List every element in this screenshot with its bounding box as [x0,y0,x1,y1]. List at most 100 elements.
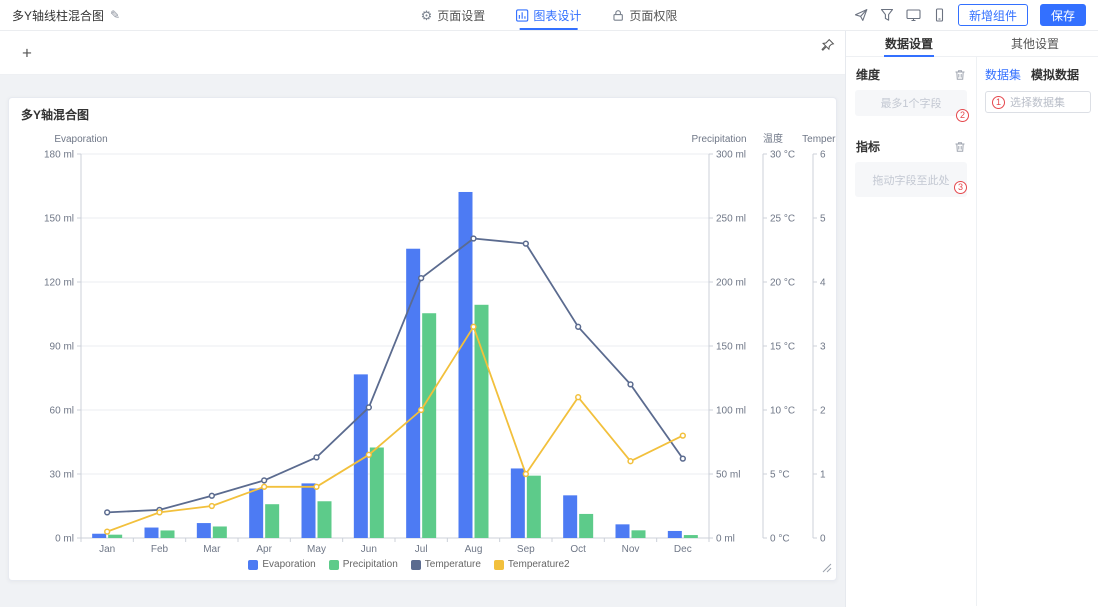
svg-text:180 ml: 180 ml [44,150,74,161]
resize-handle-icon[interactable] [822,562,832,576]
metric-placeholder: 拖动字段至此处 [873,172,950,188]
legend-item[interactable]: Precipitation [329,559,398,570]
svg-text:20 °C: 20 °C [770,278,795,289]
legend-label: Precipitation [343,559,398,570]
svg-text:Evaporation: Evaporation [54,134,107,145]
datasource-column: 数据集 模拟数据 1 选择数据集 [976,57,1098,606]
legend-label: Temperature2 [508,559,570,570]
header-tabs: ⚙ 页面设置 图表设计 页面权限 [421,0,678,30]
svg-text:150 ml: 150 ml [44,214,74,225]
svg-text:90 ml: 90 ml [50,342,74,353]
source-tab-dataset[interactable]: 数据集 [985,66,1021,83]
svg-text:Mar: Mar [203,544,221,555]
svg-text:Jul: Jul [415,544,428,555]
legend-label: Temperature [425,559,481,570]
svg-text:Aug: Aug [465,544,483,555]
top-bar: 多Y轴线柱混合图 ✎ ⚙ 页面设置 图表设计 页面权限 [0,0,1098,31]
svg-text:Nov: Nov [622,544,640,555]
legend-label: Evaporation [262,559,315,570]
svg-text:6: 6 [820,150,826,161]
metric-drop-zone[interactable]: 拖动字段至此处 3 [855,162,967,197]
svg-text:25 °C: 25 °C [770,214,795,225]
step-badge-2: 2 [956,109,969,122]
tab-data-settings[interactable]: 数据设置 [846,31,972,56]
tab-page-permission[interactable]: 页面权限 [611,0,677,30]
canvas-toolbar: + [0,31,845,75]
mobile-icon[interactable] [933,8,946,22]
legend-item[interactable]: Temperature [411,559,481,570]
trash-icon[interactable] [954,69,966,81]
tab-chart-design[interactable]: 图表设计 [515,0,581,30]
lock-icon [611,9,624,22]
svg-text:10 °C: 10 °C [770,406,795,417]
metric-title: 指标 [856,138,880,155]
svg-text:Precipitation: Precipitation [691,134,746,145]
filter-icon[interactable] [880,8,894,22]
send-icon[interactable] [854,8,868,22]
page-title: 多Y轴线柱混合图 [12,7,104,24]
dataset-select[interactable]: 1 选择数据集 [985,91,1091,113]
legend-swatch-icon [411,560,421,570]
step-badge-3: 3 [954,181,967,194]
svg-text:0 ml: 0 ml [716,534,735,545]
pin-icon[interactable] [820,38,835,56]
tab-other-settings[interactable]: 其他设置 [972,31,1098,56]
tab-label: 数据设置 [885,35,933,52]
tab-label: 其他设置 [1011,35,1059,52]
datasource-switch: 数据集 模拟数据 [985,66,1091,83]
svg-text:5: 5 [820,214,826,225]
settings-panel: 数据设置 其他设置 维度 最多1个字段 2 指标 [845,31,1098,607]
svg-text:Oct: Oct [570,544,586,555]
trash-icon[interactable] [954,141,966,153]
chart-svg: 0 ml30 ml60 ml90 ml120 ml150 ml180 mlEva… [11,126,831,556]
legend-swatch-icon [329,560,339,570]
svg-text:30 °C: 30 °C [770,150,795,161]
dimension-placeholder: 最多1个字段 [880,95,941,111]
tab-page-settings[interactable]: ⚙ 页面设置 [421,0,486,30]
add-component-button[interactable]: 新增组件 [958,4,1028,26]
svg-text:100 ml: 100 ml [716,406,746,417]
svg-text:200 ml: 200 ml [716,278,746,289]
tab-label: 页面设置 [437,7,485,24]
svg-text:0 °C: 0 °C [770,534,790,545]
svg-text:2: 2 [820,406,826,417]
title-group: 多Y轴线柱混合图 ✎ [0,7,120,24]
chart-legend: Evaporation Precipitation Temperature Tempe… [9,559,809,570]
plus-icon[interactable]: + [22,44,32,61]
legend-item[interactable]: Temperature2 [494,559,570,570]
chart-icon [515,9,528,22]
svg-text:1: 1 [820,470,826,481]
svg-text:Jan: Jan [99,544,115,555]
svg-text:50 ml: 50 ml [716,470,740,481]
svg-text:4: 4 [820,278,826,289]
fields-column: 维度 最多1个字段 2 指标 拖动字段至此处 3 [846,57,976,606]
svg-text:250 ml: 250 ml [716,214,746,225]
svg-text:温度: 温度 [763,132,783,145]
svg-text:120 ml: 120 ml [44,278,74,289]
legend-swatch-icon [248,560,258,570]
svg-text:30 ml: 30 ml [50,470,74,481]
header-actions: 新增组件 保存 [854,4,1098,26]
svg-text:Apr: Apr [256,544,272,555]
svg-text:Feb: Feb [151,544,169,555]
svg-text:0: 0 [820,534,826,545]
source-tab-mock[interactable]: 模拟数据 [1031,66,1079,83]
panel-body: 维度 最多1个字段 2 指标 拖动字段至此处 3 [846,57,1098,606]
svg-text:60 ml: 60 ml [50,406,74,417]
svg-text:0 ml: 0 ml [55,534,74,545]
svg-text:3: 3 [820,342,826,353]
app-root: 多Y轴线柱混合图 ✎ ⚙ 页面设置 图表设计 页面权限 [0,0,1098,607]
legend-item[interactable]: Evaporation [248,559,315,570]
dimension-drop-zone[interactable]: 最多1个字段 2 [855,90,967,116]
save-button[interactable]: 保存 [1040,4,1086,26]
svg-text:Dec: Dec [674,544,692,555]
edit-icon[interactable]: ✎ [110,8,120,22]
tab-label: 图表设计 [533,7,581,24]
dataset-select-placeholder: 选择数据集 [1010,94,1065,110]
monitor-icon[interactable] [906,8,921,22]
chart-title: 多Y轴混合图 [21,106,89,123]
svg-text:Jun: Jun [361,544,377,555]
chart-widget[interactable]: 多Y轴混合图 0 ml30 ml60 ml90 ml120 ml150 ml18… [8,97,837,581]
svg-text:15 °C: 15 °C [770,342,795,353]
svg-text:150 ml: 150 ml [716,342,746,353]
